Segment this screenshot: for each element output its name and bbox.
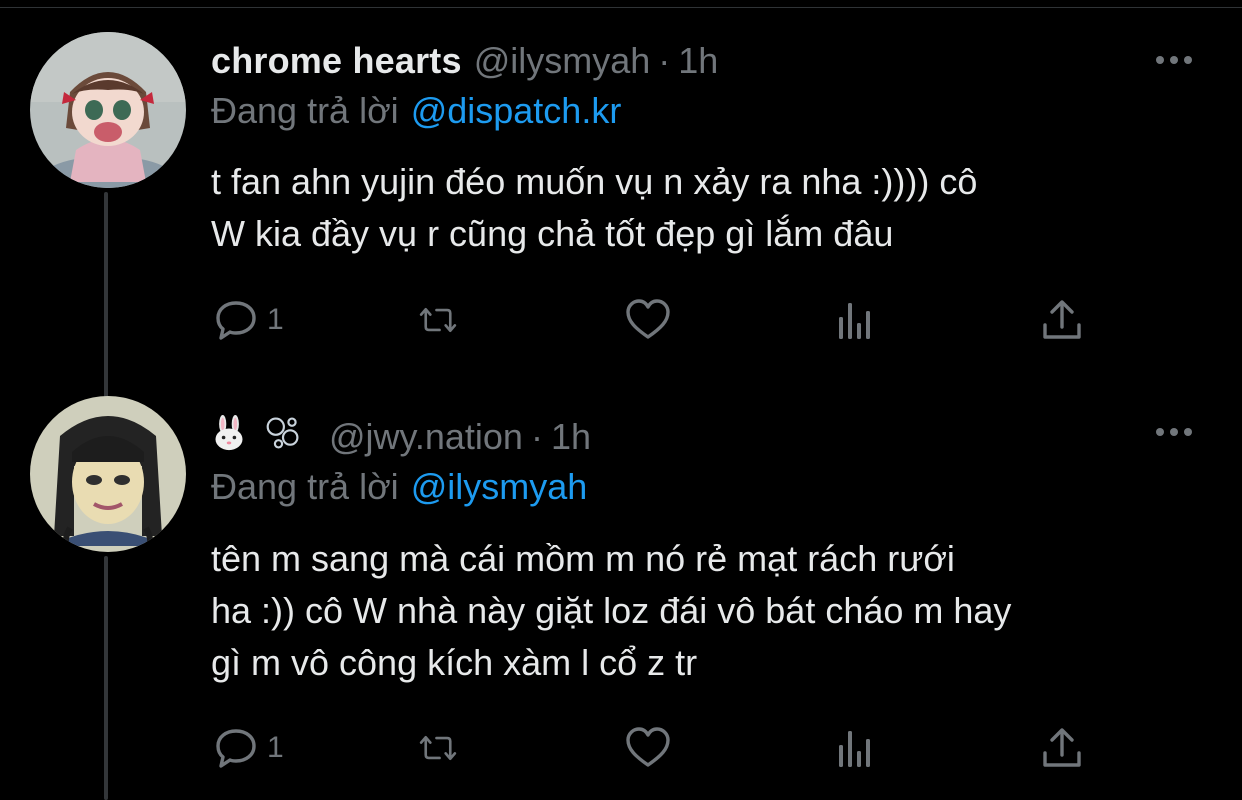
tweet-text-line: t fan ahn yujin đéo muốn vụ n xảy ra nha… <box>211 161 978 202</box>
reply-mention-link[interactable]: @dispatch.kr <box>411 90 622 131</box>
timestamp[interactable]: 1h <box>551 416 591 458</box>
more-horizontal-icon[interactable] <box>1144 40 1204 80</box>
like-icon <box>625 725 671 771</box>
tweet-text: tên m sang mà cái mồm m nó rẻ mạt rách r… <box>211 533 1211 689</box>
tweet-header: @jwy.nation · 1h <box>211 412 591 462</box>
analytics-icon <box>833 725 879 771</box>
author-handle[interactable]: @ilysmyah <box>474 40 651 82</box>
like-button[interactable] <box>625 292 671 348</box>
like-icon <box>625 297 671 343</box>
author-name[interactable] <box>211 414 301 460</box>
tweet-text-line: W kia đầy vụ r cũng chả tốt đẹp gì lắm đ… <box>211 213 894 254</box>
avatar[interactable] <box>30 396 186 552</box>
author-handle[interactable]: @jwy.nation <box>329 416 523 458</box>
replying-to-label: Đang trả lời <box>211 90 399 131</box>
share-button[interactable] <box>1039 292 1085 348</box>
tweet-header: chrome hearts @ilysmyah · 1h <box>211 36 718 86</box>
share-button[interactable] <box>1039 720 1085 776</box>
author-name[interactable]: chrome hearts <box>211 40 462 82</box>
tweet[interactable]: chrome hearts @ilysmyah · 1h Đang trả lờ… <box>0 0 1242 390</box>
rabbit-emoji-icon <box>211 414 247 460</box>
replying-to: Đang trả lời @dispatch.kr <box>211 90 621 132</box>
retweet-button[interactable] <box>415 720 461 776</box>
tweet-text-line: gì m vô công kích xàm l cổ z tr <box>211 642 698 683</box>
reply-icon <box>213 297 259 343</box>
reply-button[interactable]: 1 <box>213 292 284 348</box>
tweet-text: t fan ahn yujin đéo muốn vụ n xảy ra nha… <box>211 156 1211 260</box>
tweet[interactable]: @jwy.nation · 1h Đang trả lời @ilysmyah t… <box>0 390 1242 800</box>
more-horizontal-icon[interactable] <box>1144 412 1204 452</box>
retweet-icon <box>415 725 461 771</box>
reply-button[interactable]: 1 <box>213 720 284 776</box>
share-icon <box>1039 725 1085 771</box>
separator: · <box>530 416 543 457</box>
replying-to: Đang trả lời @ilysmyah <box>211 466 587 508</box>
reply-count: 1 <box>267 731 284 764</box>
share-icon <box>1039 297 1085 343</box>
tweet-actions: 1 <box>211 720 1091 776</box>
bubbles-emoji-icon <box>265 415 301 460</box>
retweet-button[interactable] <box>415 292 461 348</box>
timestamp[interactable]: 1h <box>678 40 718 82</box>
tweet-text-line: ha :)) cô W nhà này giặt loz đái vô bát … <box>211 590 1012 631</box>
tweet-text-line: tên m sang mà cái mồm m nó rẻ mạt rách r… <box>211 538 955 579</box>
reply-icon <box>213 725 259 771</box>
retweet-icon <box>415 297 461 343</box>
replying-to-label: Đang trả lời <box>211 466 399 507</box>
tweet-actions: 1 <box>211 292 1091 348</box>
analytics-button[interactable] <box>833 720 879 776</box>
thread-view: chrome hearts @ilysmyah · 1h Đang trả lờ… <box>0 0 1242 800</box>
like-button[interactable] <box>625 720 671 776</box>
avatar[interactable] <box>30 32 186 188</box>
analytics-icon <box>833 297 879 343</box>
separator: · <box>658 40 671 81</box>
analytics-button[interactable] <box>833 292 879 348</box>
reply-mention-link[interactable]: @ilysmyah <box>411 466 588 507</box>
reply-count: 1 <box>267 303 284 336</box>
